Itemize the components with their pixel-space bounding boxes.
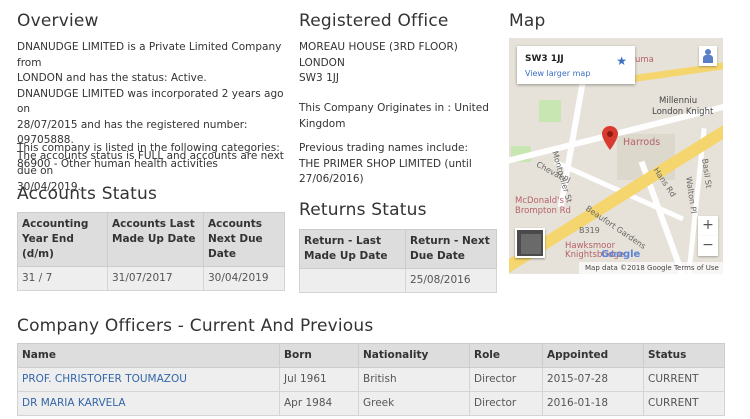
pegman-body-icon (703, 55, 713, 63)
trading-line: THE PRIMER SHOP LIMITED (until (299, 157, 472, 170)
address-line: LONDON (299, 56, 345, 69)
view-larger-map-link[interactable]: View larger map (525, 69, 590, 78)
accounts-status-heading: Accounts Status (17, 184, 158, 204)
table-cell: 30/04/2019 (203, 266, 285, 291)
column-header: Status (643, 343, 725, 368)
origin-line: Kingdom (299, 117, 346, 130)
categories-text: This company is listed in the following … (17, 141, 297, 172)
column-header: Name (17, 343, 280, 368)
map-label-harrods: Harrods (623, 137, 661, 148)
map-postcode: SW3 1JJ (525, 54, 564, 64)
overview-line: DNANUDGE LIMITED was incorporated 2 year… (17, 87, 284, 116)
origin-text: This Company Originates in : United King… (299, 101, 499, 132)
column-header: Accounts Last Made Up Date (107, 212, 204, 267)
table-cell: 2016-01-18 (542, 391, 644, 416)
table-cell: 2015-07-28 (542, 367, 644, 392)
map-label: London Knight (652, 107, 714, 117)
satellite-thumbnail-icon (521, 234, 541, 254)
star-icon[interactable]: ★ (616, 54, 627, 68)
table-cell: Greek (358, 391, 470, 416)
embedded-map[interactable]: SW3 1JJ View larger map ★ uma Millenniu … (509, 38, 723, 274)
address-line: MOREAU HOUSE (3RD FLOOR) (299, 41, 458, 53)
table-cell: 31 / 7 (17, 266, 108, 291)
overview-heading: Overview (17, 11, 99, 31)
table-cell: Director (469, 391, 543, 416)
accounts-status-table: Accounting Year End (d/m) Accounts Last … (17, 212, 285, 291)
table-cell: British (358, 367, 470, 392)
officer-name-link[interactable]: DR MARIA KARVELA (17, 391, 280, 416)
table-cell: Apr 1984 (279, 391, 359, 416)
map-label: B319 (579, 226, 600, 235)
table-header-row: Accounting Year End (d/m) Accounts Last … (17, 212, 285, 267)
returns-status-table: Return - Last Made Up Date Return - Next… (299, 229, 497, 293)
map-label: Basil St (700, 158, 714, 189)
map-info-card: SW3 1JJ View larger map ★ (517, 46, 635, 84)
column-header: Appointed (542, 343, 644, 368)
column-header: Nationality (358, 343, 470, 368)
map-label: Millenniu (659, 96, 698, 106)
overview-line: LONDON and has the status: Active. (17, 72, 207, 84)
categories-line: 86900 - Other human health activities (17, 157, 218, 170)
trading-line: 27/06/2016) (299, 173, 364, 185)
table-row: DR MARIA KARVELA Apr 1984 Greek Director… (17, 391, 725, 416)
google-logo: Google (601, 249, 641, 260)
registered-address: MOREAU HOUSE (3RD FLOOR) LONDON SW3 1JJ (299, 40, 499, 87)
column-header: Accounts Next Due Date (203, 212, 285, 267)
officer-name-link[interactable]: PROF. CHRISTOFER TOUMAZOU (17, 367, 280, 392)
company-officers-heading: Company Officers - Current And Previous (17, 316, 374, 336)
zoom-out-button[interactable]: − (698, 236, 718, 256)
column-header: Role (469, 343, 543, 368)
column-header: Accounting Year End (d/m) (17, 212, 108, 267)
map-label: McDonald's - (515, 196, 570, 206)
table-cell: CURRENT (643, 391, 725, 416)
company-officers-table: Name Born Nationality Role Appointed Sta… (17, 343, 725, 416)
origin-line: This Company Originates in : United (299, 102, 489, 114)
column-header: Return - Next Due Date (405, 229, 497, 269)
map-label: Brompton Rd (515, 206, 571, 216)
column-header: Return - Last Made Up Date (299, 229, 406, 269)
overview-line: DNANUDGE LIMITED is a Private Limited Co… (17, 41, 282, 69)
table-cell: Jul 1961 (279, 367, 359, 392)
table-row: PROF. CHRISTOFER TOUMAZOU Jul 1961 Briti… (17, 367, 725, 392)
column-header: Born (279, 343, 359, 368)
satellite-toggle-button[interactable] (515, 228, 545, 258)
table-row: 25/08/2016 (299, 268, 497, 293)
park-area (539, 100, 561, 122)
trading-names-text: Previous trading names include: THE PRIM… (299, 141, 499, 188)
returns-status-heading: Returns Status (299, 200, 427, 220)
address-line: SW3 1JJ (299, 72, 339, 84)
trading-line: Previous trading names include: (299, 142, 468, 154)
table-cell: 31/07/2017 (107, 266, 204, 291)
table-cell: CURRENT (643, 367, 725, 392)
map-label: uma (635, 55, 654, 65)
table-cell: 25/08/2016 (405, 268, 497, 293)
table-cell: Director (469, 367, 543, 392)
street-view-pegman-button[interactable] (699, 46, 717, 66)
table-header-row: Name Born Nationality Role Appointed Sta… (17, 343, 725, 368)
registered-office-heading: Registered Office (299, 11, 449, 31)
zoom-in-button[interactable]: + (698, 216, 718, 236)
categories-line: This company is listed in the following … (17, 142, 280, 154)
map-footer: Map data ©2018 Google Terms of Use (579, 262, 723, 274)
table-header-row: Return - Last Made Up Date Return - Next… (299, 229, 497, 269)
table-row: 31 / 7 31/07/2017 30/04/2019 (17, 266, 285, 291)
table-cell (299, 268, 406, 293)
map-pin-icon[interactable] (602, 126, 618, 150)
map-heading: Map (509, 11, 546, 31)
